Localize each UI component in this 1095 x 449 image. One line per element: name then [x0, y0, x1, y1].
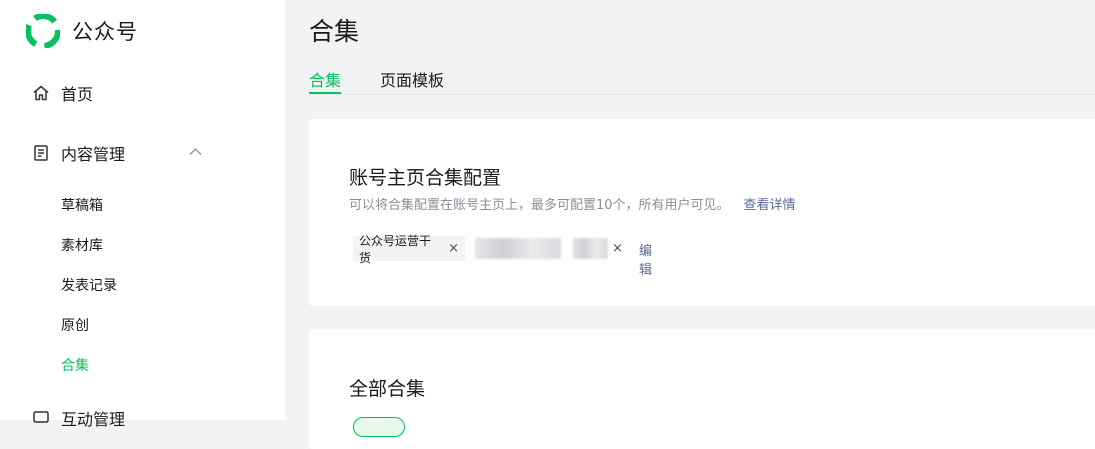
sidebar-item-label: 内容管理	[61, 145, 126, 164]
collection-tag-blurred: ×	[573, 236, 625, 261]
remove-tag-icon[interactable]: ×	[448, 241, 459, 256]
chat-icon	[33, 411, 49, 423]
collection-tag-blurred	[475, 236, 561, 261]
sidebar-item-interaction-management[interactable]: 互动管理	[32, 406, 125, 430]
wechat-official-logo-icon	[26, 14, 60, 48]
all-collections-card: 全部合集	[309, 329, 1095, 449]
chevron-up-icon[interactable]	[189, 147, 202, 156]
sidebar: 公众号 首页 内容管理 草稿箱 素材库 发表记录 原创 合集 互动管理	[0, 0, 285, 429]
sidebar-subitem-publish-records[interactable]: 发表记录	[61, 276, 117, 296]
home-icon	[33, 85, 49, 101]
brand-name: 公众号	[72, 20, 138, 44]
collection-tag-label: 公众号运营干货	[359, 233, 432, 265]
sidebar-subitem-collection[interactable]: 合集	[61, 356, 89, 376]
brand[interactable]: 公众号	[26, 14, 138, 48]
sidebar-item-label: 首页	[61, 85, 94, 104]
sidebar-item-label: 互动管理	[61, 410, 126, 429]
homepage-collection-config-card: 账号主页合集配置 可以将合集配置在账号主页上，最多可配置10个，所有用户可见。查…	[309, 119, 1095, 306]
card-title: 全部合集	[349, 378, 426, 400]
collection-tag: 公众号运营干货 ×	[353, 234, 465, 265]
sidebar-item-content-management[interactable]: 内容管理	[32, 141, 202, 165]
page-title: 合集	[309, 17, 360, 46]
blurred-label	[573, 238, 608, 259]
document-icon	[34, 145, 48, 161]
filter-pill[interactable]	[353, 417, 405, 437]
card-description: 可以将合集配置在账号主页上，最多可配置10个，所有用户可见。 查看详情	[349, 194, 796, 213]
tab-page-template[interactable]: 页面模板	[380, 67, 444, 94]
view-details-link[interactable]: 查看详情	[744, 198, 796, 213]
description-text: 可以将合集配置在账号主页上，最多可配置10个，所有用户可见。	[349, 198, 730, 213]
remove-tag-icon[interactable]: ×	[612, 241, 623, 256]
sidebar-subitem-materials[interactable]: 素材库	[61, 236, 103, 256]
tab-collection[interactable]: 合集	[309, 67, 342, 94]
sidebar-subitem-drafts[interactable]: 草稿箱	[61, 196, 103, 216]
sidebar-subitem-original[interactable]: 原创	[61, 316, 89, 336]
main-content: 合集 合集 页面模板 账号主页合集配置 可以将合集配置在账号主页上，最多可配置1…	[285, 0, 1095, 449]
blurred-label	[475, 238, 561, 259]
card-title: 账号主页合集配置	[349, 167, 502, 189]
sidebar-item-home[interactable]: 首页	[32, 81, 93, 105]
edit-link[interactable]: 编辑	[639, 240, 652, 278]
tab-bar: 合集 页面模板	[309, 64, 1095, 95]
